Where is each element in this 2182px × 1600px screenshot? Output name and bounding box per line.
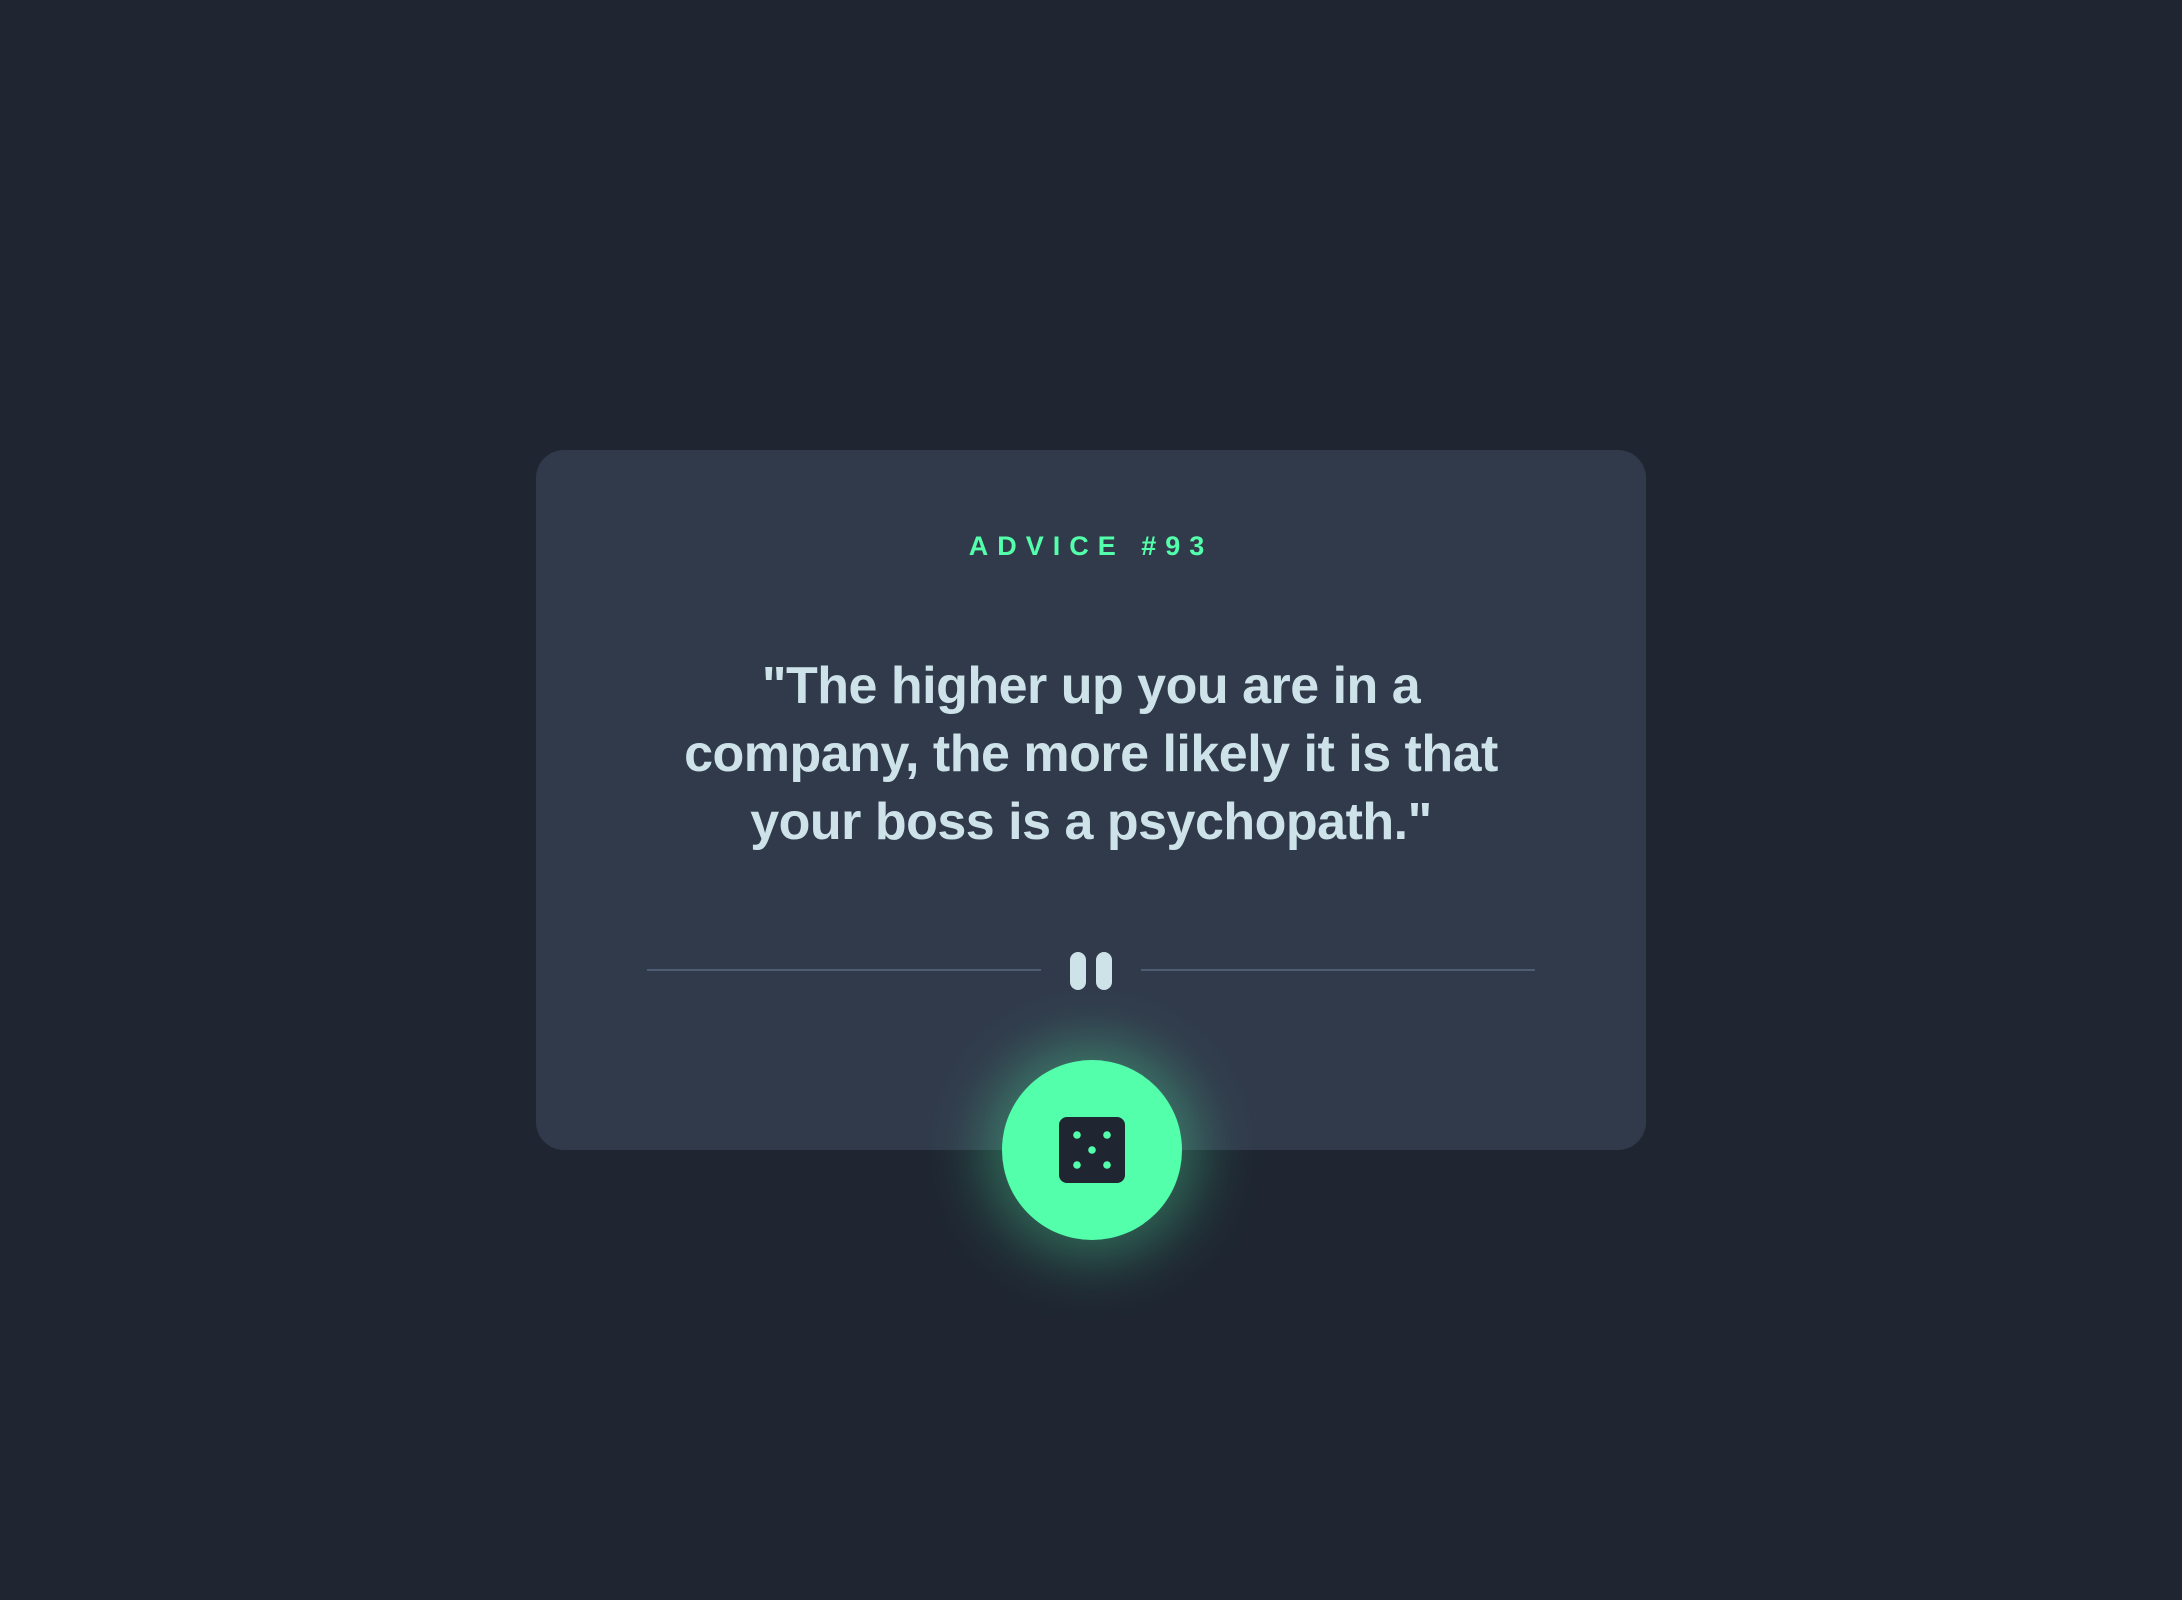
pause-bar-left (1070, 952, 1086, 990)
divider-line-right (1141, 969, 1535, 971)
advice-number: ADVICE #93 (968, 531, 1214, 561)
dice-icon (1059, 1117, 1125, 1183)
divider-line-left (647, 969, 1041, 971)
advice-card: ADVICE #93 "The higher up you are in a c… (536, 450, 1646, 1150)
pause-bar-right (1096, 952, 1112, 990)
pause-icon (1063, 948, 1119, 992)
divider (647, 948, 1535, 992)
generate-advice-button[interactable] (1002, 1060, 1182, 1240)
advice-quote: "The higher up you are in a company, the… (684, 657, 1498, 851)
page: ADVICE #93 "The higher up you are in a c… (0, 0, 2182, 1600)
